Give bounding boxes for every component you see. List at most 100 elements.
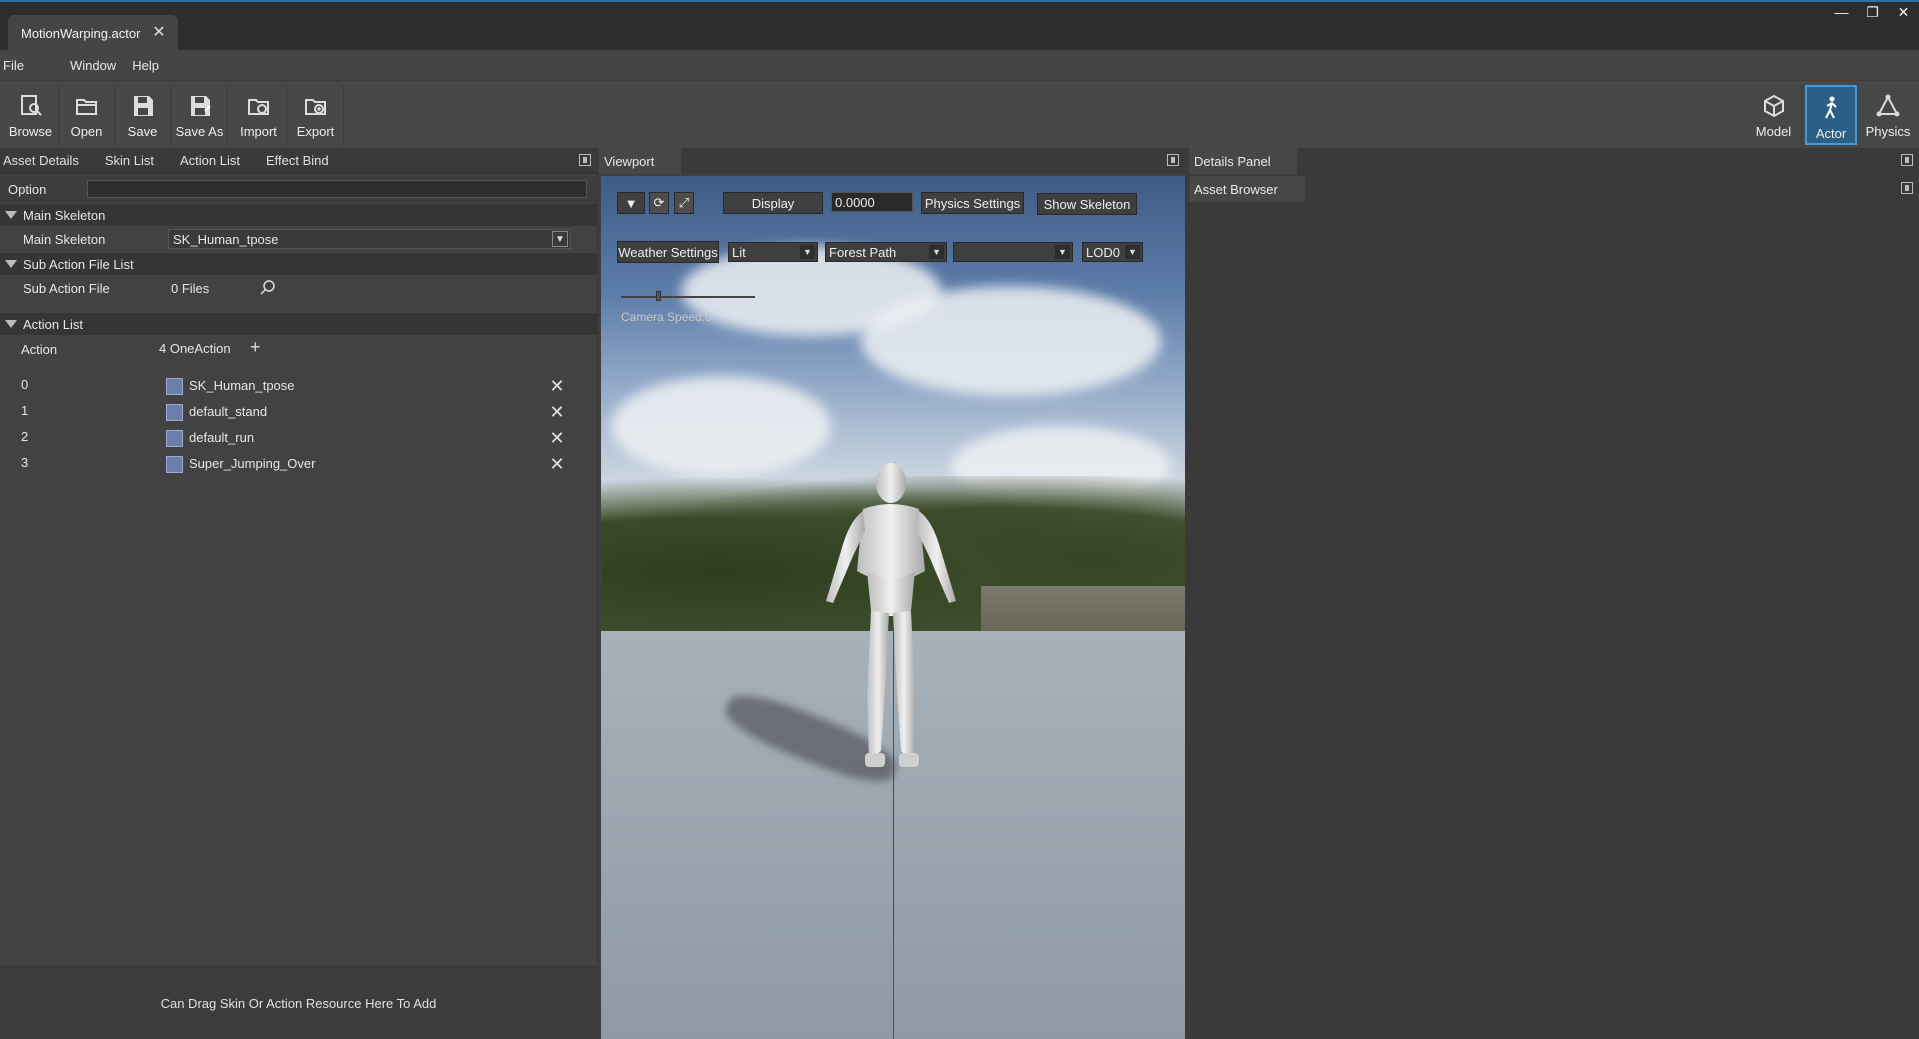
cube-icon xyxy=(1763,94,1784,118)
import-label: Import xyxy=(240,124,277,139)
model-mode-button[interactable]: Model xyxy=(1746,85,1802,145)
sub-action-section[interactable]: Sub Action File List xyxy=(0,253,597,275)
main-skeleton-select[interactable]: SK_Human_tpose ▼ xyxy=(168,229,571,249)
main-skeleton-value: SK_Human_tpose xyxy=(173,232,279,247)
cloud xyxy=(611,376,831,476)
collapse-arrow-icon[interactable] xyxy=(5,260,17,268)
close-tab-icon[interactable]: ✕ xyxy=(150,23,168,41)
collapse-arrow-icon[interactable] xyxy=(5,211,17,219)
action-index: 2 xyxy=(21,429,29,444)
option-row: Option xyxy=(0,176,597,202)
viewport-canvas[interactable]: ▼ ⟳ ⤢ Display 0.0000 Physics Settings Sh… xyxy=(601,176,1185,1039)
camera-speed-slider-handle[interactable] xyxy=(656,291,661,301)
save-as-button[interactable]: Save As xyxy=(172,85,228,145)
show-skeleton-button[interactable]: Show Skeleton xyxy=(1037,193,1137,215)
refresh-icon[interactable]: ⟳ xyxy=(649,192,669,214)
action-row[interactable]: 3 Super_Jumping_Over ✕ xyxy=(0,451,597,477)
action-count: 4 OneAction xyxy=(159,341,231,356)
remove-icon[interactable]: ✕ xyxy=(548,454,566,474)
open-label: Open xyxy=(70,124,103,139)
chevron-down-icon[interactable]: ▼ xyxy=(552,231,568,247)
main-skeleton-label: Main Skeleton xyxy=(23,232,106,247)
lighting-mode-select[interactable]: Lit ▼ xyxy=(728,242,818,262)
lod-value: LOD0 xyxy=(1086,244,1120,260)
extra-select[interactable]: ▼ xyxy=(953,242,1073,262)
pin-icon[interactable] xyxy=(1167,154,1179,166)
remove-icon[interactable]: ✕ xyxy=(548,428,566,448)
lod-select[interactable]: LOD0 ▼ xyxy=(1082,242,1143,262)
restore-icon[interactable]: ❐ xyxy=(1857,2,1888,22)
action-row[interactable]: 0 SK_Human_tpose ✕ xyxy=(0,373,597,399)
actor-mode-button[interactable]: Actor xyxy=(1805,85,1857,145)
left-panel-tabs: Asset Details Skin List Action List Effe… xyxy=(0,148,597,174)
action-name: default_stand xyxy=(189,404,268,419)
view-options-button[interactable]: ▼ xyxy=(617,192,645,214)
pin-icon[interactable] xyxy=(1901,154,1913,166)
physics-label: Physics xyxy=(1865,124,1911,139)
viewport-tab-bar: Viewport xyxy=(599,148,1185,174)
document-tab-label: MotionWarping.actor xyxy=(21,26,141,41)
weather-settings-button[interactable]: Weather Settings xyxy=(617,241,719,263)
remove-icon[interactable]: ✕ xyxy=(548,376,566,396)
collapse-arrow-icon[interactable] xyxy=(5,320,17,328)
search-icon[interactable] xyxy=(259,279,277,297)
export-button[interactable]: Export xyxy=(288,85,344,145)
browse-button[interactable]: Browse xyxy=(3,85,59,145)
menu-window[interactable]: Window xyxy=(70,58,116,73)
toolbar: Browse Open Save Save As Import Export M… xyxy=(0,80,1919,148)
person-walking-icon xyxy=(1825,96,1837,119)
action-row[interactable]: 1 default_stand ✕ xyxy=(0,399,597,425)
option-field[interactable] xyxy=(87,180,587,198)
environment-select[interactable]: Forest Path ▼ xyxy=(825,242,947,262)
pin-icon[interactable] xyxy=(579,154,591,166)
main-skeleton-section-title: Main Skeleton xyxy=(23,208,106,223)
action-list-section[interactable]: Action List xyxy=(0,313,597,335)
character-model[interactable] xyxy=(801,461,981,781)
folder-open-icon xyxy=(75,99,97,115)
action-name: Super_Jumping_Over xyxy=(189,456,316,471)
main-skeleton-section[interactable]: Main Skeleton xyxy=(0,204,597,226)
tab-action-list[interactable]: Action List xyxy=(180,153,240,168)
fullscreen-icon[interactable]: ⤢ xyxy=(674,192,694,214)
physics-settings-button[interactable]: Physics Settings xyxy=(921,192,1024,214)
tab-details-panel[interactable]: Details Panel xyxy=(1189,148,1297,174)
nodes-icon xyxy=(1876,94,1900,117)
tab-asset-browser[interactable]: Asset Browser xyxy=(1189,176,1305,202)
viewport-panel: Viewport ▼ ⟳ ⤢ Display 0.0000 Physics Se… xyxy=(599,148,1185,1039)
chevron-down-icon: ▼ xyxy=(929,245,944,259)
tab-asset-details[interactable]: Asset Details xyxy=(3,153,79,168)
tab-skin-list[interactable]: Skin List xyxy=(105,153,154,168)
time-field[interactable]: 0.0000 xyxy=(831,192,913,212)
action-list-section-title: Action List xyxy=(23,317,83,332)
action-name: SK_Human_tpose xyxy=(189,378,295,393)
asset-browser-tab-bar: Asset Browser xyxy=(1189,176,1919,202)
menu-file[interactable]: File xyxy=(3,58,24,73)
lighting-mode-value: Lit xyxy=(732,244,746,260)
menu-help[interactable]: Help xyxy=(132,58,159,73)
import-button[interactable]: Import xyxy=(231,85,287,145)
minimize-icon[interactable]: — xyxy=(1826,2,1857,22)
details-tab-bar: Details Panel xyxy=(1189,148,1919,174)
tab-viewport[interactable]: Viewport xyxy=(599,148,681,174)
tab-effect-bind[interactable]: Effect Bind xyxy=(266,153,329,168)
physics-mode-button[interactable]: Physics xyxy=(1860,85,1916,145)
action-row[interactable]: 2 default_run ✕ xyxy=(0,425,597,451)
pin-icon[interactable] xyxy=(1901,182,1913,194)
save-button[interactable]: Save xyxy=(115,85,171,145)
chevron-down-icon: ▼ xyxy=(1125,245,1140,259)
right-panel: Details Panel Asset Browser xyxy=(1189,148,1919,1039)
add-action-icon[interactable]: + xyxy=(250,337,261,358)
drop-zone-hint[interactable]: Can Drag Skin Or Action Resource Here To… xyxy=(0,966,597,1039)
display-button[interactable]: Display xyxy=(723,192,823,214)
camera-speed-slider[interactable] xyxy=(621,296,755,298)
remove-icon[interactable]: ✕ xyxy=(548,402,566,422)
sub-action-label: Sub Action File xyxy=(23,281,110,296)
close-window-icon[interactable]: ✕ xyxy=(1888,2,1919,22)
main-skeleton-row: Main Skeleton SK_Human_tpose ▼ xyxy=(0,227,597,251)
chevron-down-icon: ▼ xyxy=(800,245,815,259)
document-tab[interactable]: MotionWarping.actor ✕ xyxy=(8,15,178,52)
sub-action-section-title: Sub Action File List xyxy=(23,257,134,272)
save-icon xyxy=(133,96,153,116)
model-label: Model xyxy=(1755,124,1792,139)
open-button[interactable]: Open xyxy=(59,85,115,145)
